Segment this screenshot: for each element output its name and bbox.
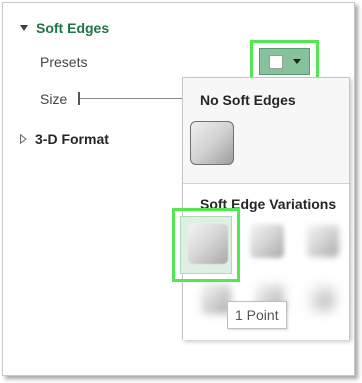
presets-highlight <box>250 40 319 81</box>
size-slider-track[interactable] <box>78 98 182 99</box>
soft-edges-header[interactable]: Soft Edges <box>20 20 109 36</box>
three-d-format-header[interactable]: 3-D Format <box>20 131 109 147</box>
presets-dropdown-button[interactable] <box>259 48 310 75</box>
no-soft-edges-heading: No Soft Edges <box>200 92 296 108</box>
soft-edge-option-50pt[interactable] <box>310 286 334 310</box>
tooltip: 1 Point <box>227 301 287 329</box>
preset-swatch-icon <box>269 54 283 69</box>
size-slider-thumb[interactable] <box>78 92 80 105</box>
collapse-triangle-icon <box>20 134 27 144</box>
expand-triangle-icon <box>20 25 28 31</box>
soft-edge-option-1pt[interactable] <box>188 224 228 264</box>
presets-label: Presets <box>40 54 88 70</box>
no-soft-edges-option[interactable] <box>190 121 234 165</box>
soft-edge-option-5pt[interactable] <box>307 225 339 257</box>
size-label: Size <box>40 91 68 107</box>
soft-edge-option-2-5pt[interactable] <box>250 224 284 258</box>
three-d-format-title: 3-D Format <box>35 131 109 147</box>
caret-down-icon <box>293 59 301 64</box>
soft-edges-title: Soft Edges <box>36 20 110 36</box>
